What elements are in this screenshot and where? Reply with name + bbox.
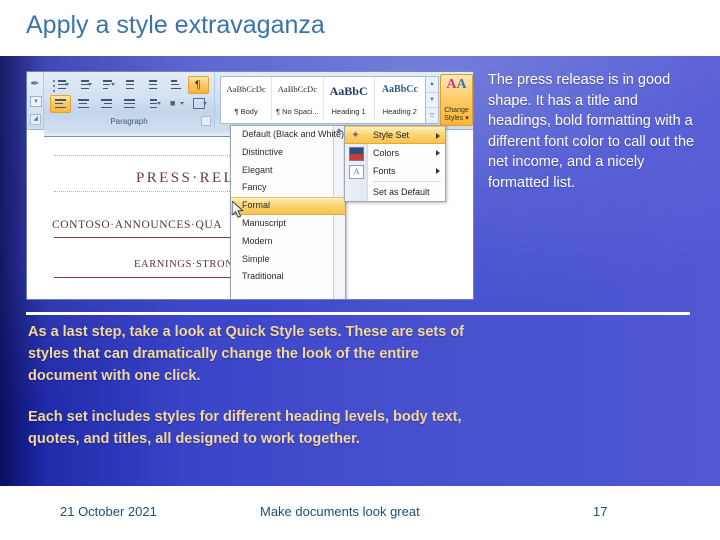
style-set-submenu[interactable]: Default (Black and White) Distinctive El… (230, 125, 346, 299)
show-formatting-marks-button[interactable]: ¶ (188, 76, 209, 94)
quick-style-heading-2[interactable]: AaBbCc Heading 2 (374, 77, 425, 121)
ribbon-left-sliver: ✒ ▾ ◢ (27, 72, 44, 128)
footer-date: 21 October 2021 (60, 504, 157, 519)
change-styles-caret-icon: ▾ (465, 115, 469, 122)
style-set-icon: ✦ (351, 130, 360, 141)
quick-style-no-spacing[interactable]: AaBbCcDc ¶ No Spaci... (272, 77, 324, 121)
fonts-icon: A (349, 165, 364, 179)
scroll-up-icon[interactable]: ▲ (426, 77, 438, 93)
quick-style-name: Heading 1 (331, 107, 366, 116)
numbering-button[interactable] (73, 76, 94, 94)
menu-item-label: Fonts (373, 166, 396, 176)
center-button[interactable] (73, 95, 94, 113)
horizontal-rule (26, 312, 690, 315)
sort-button[interactable] (165, 76, 186, 94)
paste-dropdown-icon: ▾ (30, 96, 42, 107)
chevron-right-icon (436, 150, 440, 156)
borders-button[interactable] (188, 95, 209, 113)
document-heading-1-text: CONTOSO·ANNOUNCES·QUA (52, 219, 223, 231)
format-painter-icon: ✒ (30, 78, 40, 90)
menu-item-label: Style Set (373, 130, 410, 140)
style-set-item-traditional[interactable]: Traditional (231, 268, 345, 286)
word-ribbon: ✒ ▾ ◢ ¶ ■ Paragraph AaBbCcDc ¶ Body AaBb… (27, 72, 473, 130)
paragraph-group-label: Paragraph (110, 117, 148, 126)
quick-styles-gallery[interactable]: AaBbCcDc ¶ Body AaBbCcDc ¶ No Spaci... A… (220, 76, 426, 124)
footer-band: 21 October 2021 Make documents look grea… (0, 486, 720, 540)
quick-style-sample: AaBbC (329, 84, 368, 98)
quick-style-sample: AaBbCcDc (277, 84, 317, 94)
quick-style-sample: AaBbCc (381, 84, 418, 95)
quick-styles-scrollbar[interactable]: ▲ ▼ ▽ (425, 76, 439, 124)
justify-button[interactable] (119, 95, 140, 113)
change-styles-label-line1: Change (444, 107, 469, 114)
quick-style-body[interactable]: AaBbCcDc ¶ Body (221, 77, 273, 121)
quick-style-sample: AaBbCcDc (226, 84, 266, 94)
body-paragraph-2: Each set includes styles for different h… (28, 409, 462, 447)
scroll-down-icon[interactable]: ▼ (426, 93, 438, 109)
right-caption-text: The press release is in good shape. It h… (488, 72, 695, 191)
change-styles-label-line2: Styles (444, 115, 464, 122)
slide: Apply a style extravaganza ✒ ▾ ◢ ¶ ■ Par… (0, 0, 720, 540)
colors-icon (349, 147, 364, 161)
style-set-item-default[interactable]: Default (Black and White) (231, 126, 345, 144)
footer-page-number: 17 (593, 504, 608, 519)
style-set-item-fancy[interactable]: Fancy (231, 179, 345, 197)
quick-style-name: ¶ Body (234, 107, 258, 116)
page-title: Apply a style extravaganza (26, 11, 325, 39)
menu-item-colors[interactable]: Colors (345, 144, 445, 162)
style-set-item-elegant[interactable]: Elegant (231, 162, 345, 180)
chevron-right-icon (436, 133, 440, 139)
quick-style-name: Heading 2 (382, 107, 417, 116)
increase-indent-button[interactable] (142, 76, 163, 94)
menu-separator (373, 181, 441, 182)
paragraph-dialog-launcher-icon[interactable] (201, 116, 211, 126)
decrease-indent-button[interactable] (119, 76, 140, 94)
body-paragraph-1: As a last step, take a look at Quick Sty… (28, 324, 464, 384)
style-set-item-distinctive[interactable]: Distinctive (231, 144, 345, 162)
line-spacing-button[interactable] (142, 95, 163, 113)
quick-style-name: ¶ No Spaci... (275, 107, 319, 116)
menu-item-set-as-default[interactable]: Set as Default (345, 183, 445, 201)
document-title-text: PRESS·REL (136, 170, 236, 186)
change-styles-label: Change Styles ▾ (441, 107, 472, 123)
menu-item-style-set[interactable]: ✦ Style Set (345, 126, 445, 144)
ribbon-group-styles: AaBbCcDc ¶ Body AaBbCcDc ¶ No Spaci... A… (215, 72, 473, 128)
style-set-item-manuscript[interactable]: Manuscript (231, 215, 345, 233)
change-styles-icon: AA (446, 77, 467, 92)
gallery-expand-icon[interactable]: ▽ (426, 108, 438, 123)
style-set-item-simple[interactable]: Simple (231, 251, 345, 269)
align-left-button[interactable] (50, 95, 71, 113)
chevron-right-icon (436, 168, 440, 174)
menu-item-label: Colors (373, 148, 400, 158)
clipboard-dialog-launcher-icon[interactable]: ◢ (30, 114, 41, 125)
ribbon-group-paragraph: ¶ ■ Paragraph (44, 72, 215, 128)
style-set-item-formal[interactable]: Formal (231, 197, 345, 215)
shading-button[interactable]: ■ (165, 95, 186, 113)
word-screenshot: ✒ ▾ ◢ ¶ ■ Paragraph AaBbCcDc ¶ Body AaBb… (27, 72, 473, 299)
quick-style-heading-1[interactable]: AaBbC Heading 1 (323, 77, 375, 121)
menu-item-label: Set as Default (373, 187, 430, 197)
menu-item-fonts[interactable]: A Fonts (345, 162, 445, 180)
align-right-button[interactable] (96, 95, 117, 113)
title-band: Apply a style extravaganza (0, 0, 720, 56)
multilevel-list-button[interactable] (96, 76, 117, 94)
change-styles-button[interactable]: AA Change Styles ▾ (440, 74, 473, 126)
style-set-item-modern[interactable]: Modern (231, 233, 345, 251)
bullets-button[interactable] (50, 76, 71, 94)
change-styles-menu[interactable]: ✦ Style Set Colors A Fonts Set as Defaul… (344, 125, 446, 202)
footer-center-text: Make documents look great (260, 504, 420, 519)
